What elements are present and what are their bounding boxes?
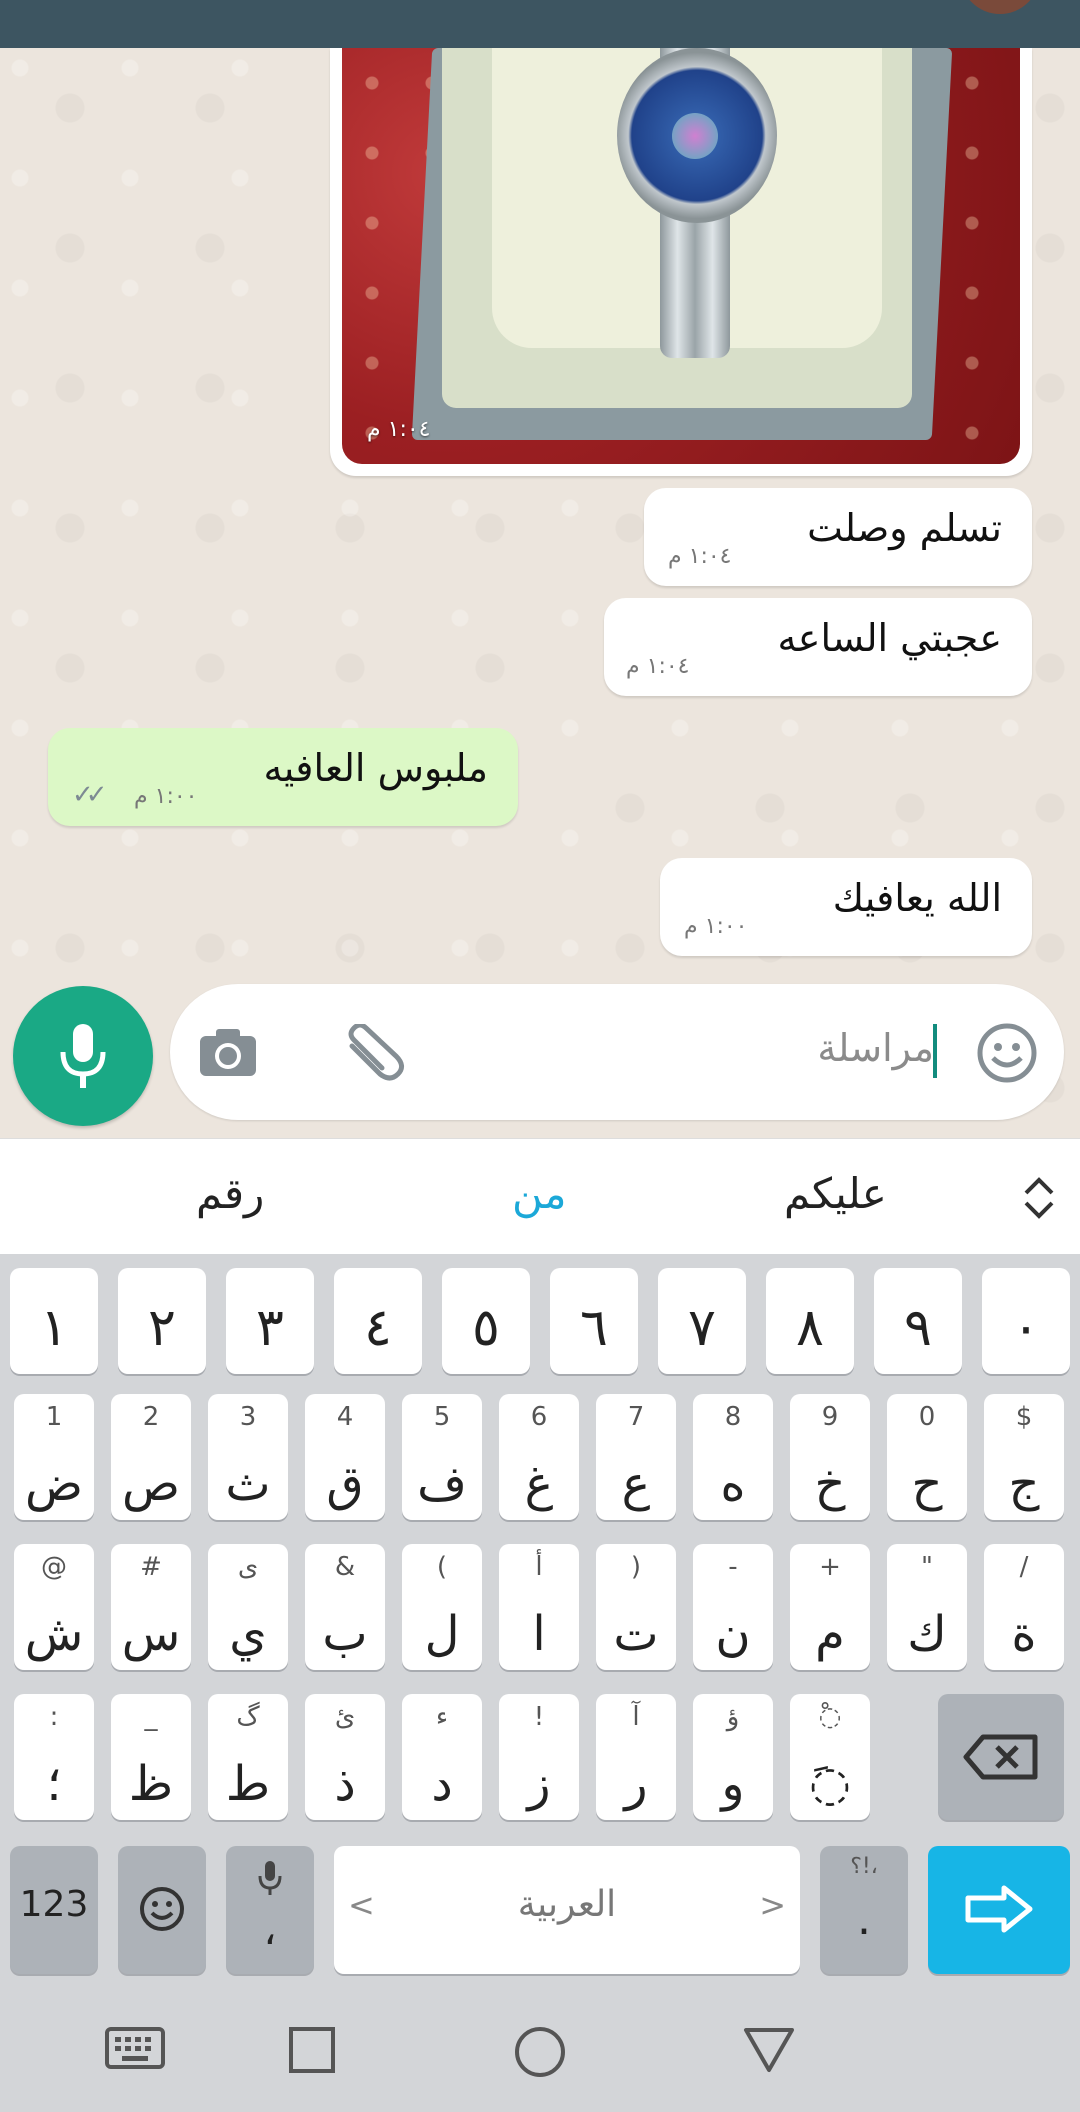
key[interactable]: -ن (693, 1544, 773, 1670)
emoji-button[interactable] (976, 1022, 1038, 1088)
key[interactable]: ٢ (118, 1268, 206, 1374)
key[interactable]: (ل (402, 1544, 482, 1670)
home-icon[interactable] (514, 2026, 566, 2078)
suggestion-item[interactable]: من (512, 1169, 566, 1218)
key[interactable]: / ة (984, 1544, 1064, 1670)
key[interactable]: # س (111, 1544, 191, 1670)
key[interactable]: : ؛ (14, 1694, 94, 1820)
chat-area: ١:٠٤ م تسلم وصلت ١:٠٤ م عجبتي الساعه ١:٠… (0, 48, 1080, 1138)
space-arrow-right: > (759, 1886, 786, 1924)
key[interactable]: 5ف (402, 1394, 482, 1520)
message-bubble-outgoing[interactable]: ملبوس العافيه ١:٠٠ م ✓✓ (48, 728, 518, 826)
composer-row: مراسلة (0, 978, 1080, 1138)
key[interactable]: آر (596, 1694, 676, 1820)
key[interactable]: ٤ (334, 1268, 422, 1374)
key[interactable]: 4ق (305, 1394, 385, 1520)
suggestion-item[interactable]: رقم (196, 1169, 264, 1218)
expand-suggestions-button[interactable] (1022, 1175, 1056, 1225)
key[interactable]: 9خ (790, 1394, 870, 1520)
key[interactable]: ٨ (766, 1268, 854, 1374)
system-navigation-bar (0, 1994, 1080, 2112)
key[interactable]: ٩ (874, 1268, 962, 1374)
suggestion-bar: عليكم من رقم (0, 1138, 1080, 1255)
message-time: ١:٠٤ م (367, 417, 431, 442)
message-text: تسلم وصلت (807, 506, 1002, 550)
camera-icon (200, 1029, 256, 1076)
key[interactable]: ٥ (442, 1268, 530, 1374)
mic-icon (60, 1024, 106, 1088)
message-text: ملبوس العافيه (263, 746, 488, 790)
key[interactable]: ◌ْ ◌َ (790, 1694, 870, 1820)
message-time: ١:٠٤ م (668, 544, 732, 569)
message-bubble-incoming[interactable]: تسلم وصلت ١:٠٤ م (644, 488, 1032, 586)
numbers-key[interactable]: 123 (10, 1846, 98, 1974)
key[interactable]: + م (790, 1544, 870, 1670)
space-language-label: العربية (517, 1884, 617, 1925)
expand-icon (1024, 1177, 1054, 1219)
chat-header (0, 0, 1080, 48)
key[interactable]: ىي (208, 1544, 288, 1670)
enter-key[interactable] (928, 1846, 1070, 1974)
key[interactable]: گط (208, 1694, 288, 1820)
key[interactable]: ٧ (658, 1268, 746, 1374)
keyboard-switch-icon[interactable] (104, 2026, 166, 2072)
smiley-icon (140, 1887, 184, 1931)
voice-comma-key[interactable]: ، (226, 1846, 314, 1974)
watch-photo[interactable]: ١:٠٤ م (342, 48, 1020, 464)
contact-avatar[interactable] (960, 0, 1040, 14)
key[interactable]: @ ش (14, 1544, 94, 1670)
key[interactable]: 2ص (111, 1394, 191, 1520)
period-key[interactable]: ؟!، . (820, 1846, 908, 1974)
key[interactable]: ٣ (226, 1268, 314, 1374)
recent-apps-icon[interactable] (288, 2026, 336, 2074)
keyboard: ١ ٢ ٣ ٤ ٥ ٦ ٧ ٨ ٩ ٠ 1ض 2ص 3ث 4ق 5ف 6غ 7ع… (0, 1254, 1080, 1994)
backspace-key[interactable] (938, 1694, 1064, 1820)
space-key[interactable]: < العربية > (334, 1846, 800, 1974)
enter-arrow-icon (965, 1885, 1033, 1933)
message-input-placeholder: مراسلة (817, 1026, 934, 1070)
key[interactable]: ٦ (550, 1268, 638, 1374)
key[interactable]: ئذ (305, 1694, 385, 1820)
key[interactable]: 0ح (887, 1394, 967, 1520)
read-receipt-icon: ✓✓ (72, 780, 107, 810)
key[interactable]: & ب (305, 1544, 385, 1670)
key[interactable]: ) ت (596, 1544, 676, 1670)
camera-button[interactable] (198, 1026, 258, 1082)
message-text: الله يعافيك (832, 876, 1002, 920)
message-bubble-incoming[interactable]: الله يعافيك ١:٠٠ م (660, 858, 1032, 956)
backspace-icon (963, 1734, 1038, 1780)
key[interactable]: ٠ (982, 1268, 1070, 1374)
message-input[interactable]: مراسلة (170, 984, 1064, 1120)
key[interactable]: ءد (402, 1694, 482, 1820)
message-time: ١:٠٤ م (626, 654, 690, 679)
key[interactable]: أا (499, 1544, 579, 1670)
key[interactable]: ١ (10, 1268, 98, 1374)
key[interactable]: 3ث (208, 1394, 288, 1520)
message-time: ١:٠٠ م (134, 784, 198, 809)
back-icon[interactable] (742, 2026, 796, 2074)
mic-small-icon (258, 1861, 282, 1895)
key[interactable]: $ ج (984, 1394, 1064, 1520)
suggestion-item[interactable]: عليكم (784, 1169, 887, 1218)
key[interactable]: 1ض (14, 1394, 94, 1520)
voice-record-button[interactable] (13, 986, 153, 1126)
key[interactable]: ؤو (693, 1694, 773, 1820)
message-bubble-incoming[interactable]: عجبتي الساعه ١:٠٤ م (604, 598, 1032, 696)
key[interactable]: 8ه (693, 1394, 773, 1520)
key[interactable]: " ك (887, 1544, 967, 1670)
key[interactable]: 7ع (596, 1394, 676, 1520)
key[interactable]: _ ظ (111, 1694, 191, 1820)
key[interactable]: ! ز (499, 1694, 579, 1820)
attach-button[interactable] (338, 1022, 408, 1088)
photo-watch-center (672, 113, 718, 159)
paperclip-icon (348, 1022, 404, 1081)
key[interactable]: 6غ (499, 1394, 579, 1520)
emoji-key[interactable] (118, 1846, 206, 1974)
image-message[interactable]: ١:٠٤ م (330, 48, 1032, 476)
emoji-icon (977, 1023, 1037, 1083)
message-time: ١:٠٠ م (684, 914, 748, 939)
message-text: عجبتي الساعه (777, 616, 1002, 660)
